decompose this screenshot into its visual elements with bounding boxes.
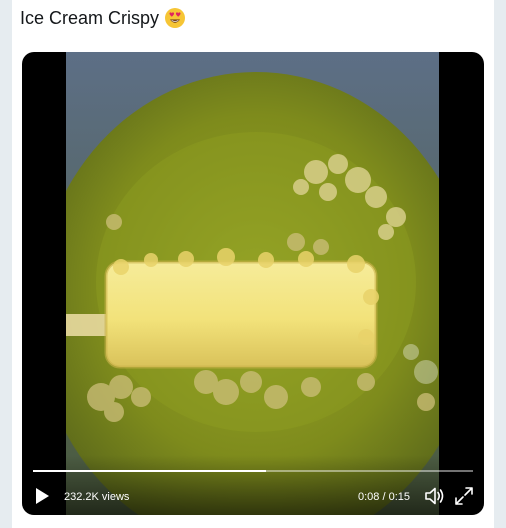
video-time: 0:08 / 0:15: [358, 491, 410, 503]
video-player[interactable]: 232.2K views 0:08 / 0:15: [22, 52, 484, 515]
progress-fill: [33, 470, 267, 472]
video-controls-overlay: [22, 455, 484, 515]
progress-bar[interactable]: [33, 470, 473, 472]
tweet-text: Ice Cream Crispy: [20, 7, 160, 28]
heart-eyes-emoji-icon: [165, 8, 186, 28]
tweet-card: Ice Cream Crispy 232.2K views 0:08 / 0:1…: [12, 0, 494, 528]
fullscreen-icon[interactable]: [454, 486, 474, 506]
view-count: 232.2K views: [64, 491, 130, 503]
tweet-text-row: Ice Cream Crispy: [20, 7, 186, 29]
video-frame[interactable]: [66, 52, 439, 515]
volume-icon[interactable]: [423, 485, 445, 507]
play-icon[interactable]: [33, 487, 51, 505]
